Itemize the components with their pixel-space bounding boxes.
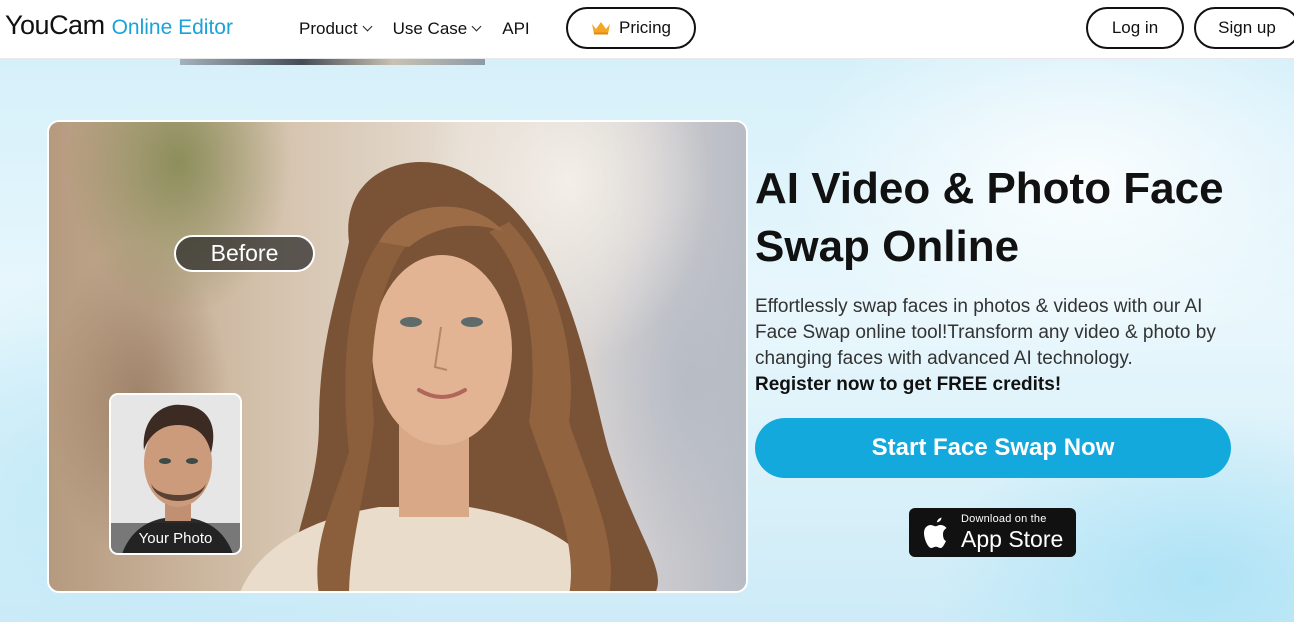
app-store-badge[interactable]: Download on the App Store: [909, 508, 1076, 557]
face-swap-demo-image: Before Your Photo: [47, 120, 748, 593]
hero-description: Effortlessly swap faces in photos & vide…: [755, 294, 1245, 398]
chevron-down-icon: [471, 21, 482, 32]
nav-item-api[interactable]: API: [502, 19, 529, 39]
description-text: Effortlessly swap faces in photos & vide…: [755, 296, 1216, 369]
app-store-big-text: App Store: [961, 526, 1064, 552]
your-photo-thumbnail: Your Photo: [109, 393, 242, 555]
login-button[interactable]: Log in: [1086, 7, 1184, 49]
crown-icon: [592, 22, 611, 35]
your-photo-label: Your Photo: [111, 523, 240, 553]
apple-icon: [924, 517, 947, 548]
nav-item-label: Product: [299, 18, 358, 38]
app-store-small-text: Download on the: [961, 513, 1047, 525]
nav-item-label: API: [502, 18, 530, 38]
chevron-down-icon: [362, 21, 373, 32]
signup-button[interactable]: Sign up: [1194, 7, 1294, 49]
start-face-swap-button[interactable]: Start Face Swap Now: [755, 418, 1231, 478]
youcam-logo[interactable]: YouCam Online Editor: [5, 10, 233, 41]
pricing-label: Pricing: [619, 18, 671, 37]
nav-item-label: Use Case: [392, 18, 468, 38]
page-title: AI Video & Photo Face Swap Online: [755, 164, 1224, 271]
logo-sub-text: Online Editor: [111, 16, 233, 39]
before-label: Before: [174, 235, 315, 272]
app-store-text: Download on the App Store: [961, 514, 1063, 551]
nav-item-use-case[interactable]: Use Case: [392, 18, 482, 39]
free-credits-note: Register now to get FREE credits!: [755, 374, 1062, 395]
logo-main-text: YouCam: [5, 10, 105, 40]
main-nav: Product Use Case API: [299, 0, 552, 57]
nav-item-product[interactable]: Product: [299, 18, 373, 39]
pricing-button[interactable]: Pricing: [566, 7, 696, 49]
banner-image-strip: [180, 59, 485, 65]
hero-section: Before Your Photo AI Video & Photo Face …: [0, 59, 1294, 622]
top-navigation-bar: YouCam Online Editor Product Use Case AP…: [0, 0, 1294, 59]
